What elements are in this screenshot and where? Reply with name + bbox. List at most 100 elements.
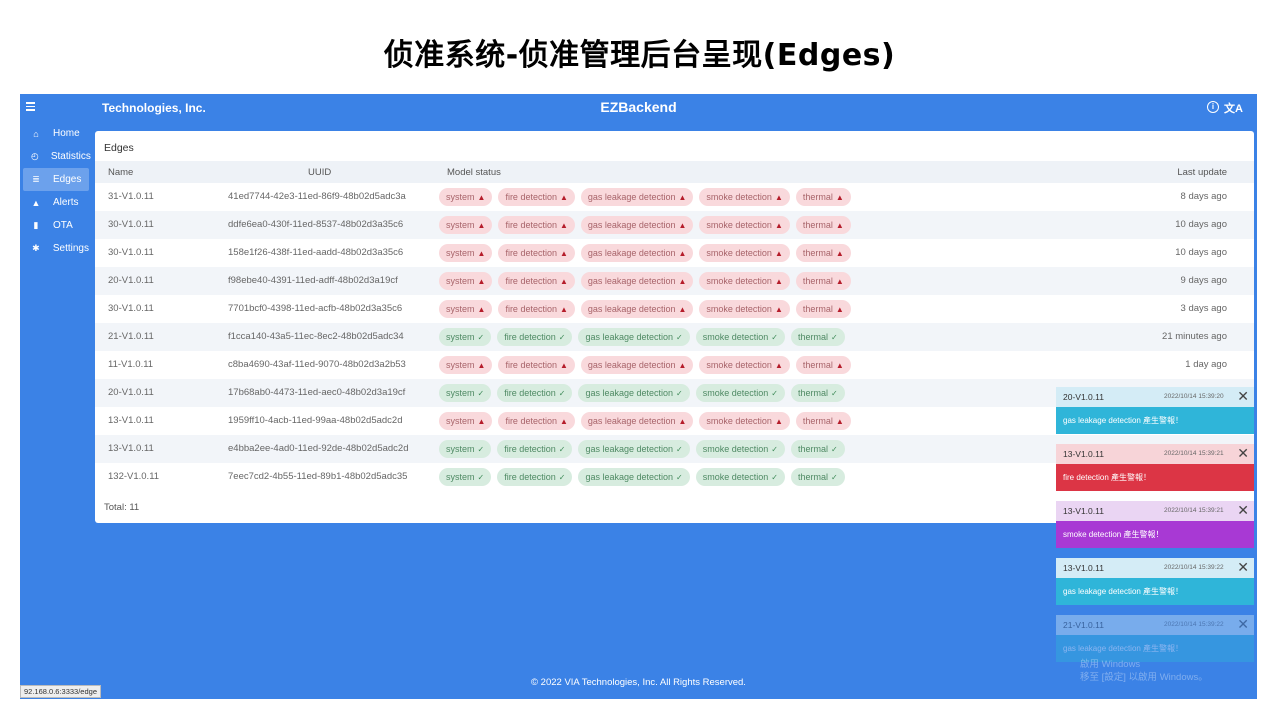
toast-edge-name: 13-V1.0.11 — [1063, 449, 1104, 459]
status-chip: fire detection ▲ — [498, 272, 575, 290]
close-icon[interactable]: ✕ — [1237, 445, 1249, 462]
table-row[interactable]: 31-V1.0.11 41ed7744-42e3-11ed-86f9-48b02d… — [95, 183, 1254, 211]
checkmark-icon: ✓ — [558, 472, 566, 482]
edge-uuid: 7701bcf0-4398-11ed-acfb-48b02d3a35c6 — [228, 303, 403, 314]
toast-header: 13-V1.0.11 2022/10/14 15:39:22 ✕ — [1056, 558, 1254, 578]
sidebar-item-settings[interactable]: ✱ Settings — [23, 237, 89, 260]
table-row[interactable]: 30-V1.0.11 158e1f26-438f-11ed-aadd-48b02d… — [95, 239, 1254, 267]
checkmark-icon: ✓ — [558, 332, 566, 342]
status-chip-label: smoke detection — [706, 360, 772, 370]
gauge-icon: ◴ — [31, 151, 39, 161]
status-chip: fire detection ✓ — [497, 440, 573, 458]
warning-icon: ▲ — [477, 248, 486, 258]
alert-toast[interactable]: 13-V1.0.11 2022/10/14 15:39:22 ✕ gas leakag… — [1056, 558, 1254, 606]
sidebar-item-statistics[interactable]: ◴ Statistics — [23, 145, 91, 168]
model-status-group: system ▲ fire detection ▲ gas leakage detect… — [439, 272, 851, 290]
status-chip: gas leakage detection ▲ — [580, 356, 694, 374]
status-chip-label: gas leakage detection — [585, 332, 674, 342]
panel-title: Edges — [104, 142, 134, 154]
toast-message: gas leakage detection 產生警報！ — [1056, 578, 1254, 605]
status-chip-label: thermal — [802, 248, 833, 258]
alert-toast[interactable]: 21-V1.0.11 2022/10/14 15:39:22 ✕ gas leakag… — [1056, 615, 1254, 663]
status-chip-label: gas leakage detection — [587, 360, 676, 370]
checkmark-icon: ✓ — [831, 388, 838, 398]
close-icon[interactable]: ✕ — [1237, 502, 1249, 519]
status-chip: gas leakage detection ▲ — [580, 188, 694, 206]
checkmark-icon: ✓ — [477, 388, 485, 398]
status-chip-label: system — [446, 472, 475, 482]
edge-name: 30-V1.0.11 — [108, 247, 154, 258]
checkmark-icon: ✓ — [676, 472, 683, 482]
status-chip-label: thermal — [802, 304, 833, 314]
checkmark-icon: ✓ — [831, 444, 838, 454]
checkmark-icon: ✓ — [831, 332, 838, 342]
close-icon[interactable]: ✕ — [1237, 559, 1249, 576]
status-chip-label: smoke detection — [706, 248, 772, 258]
toast-timestamp: 2022/10/14 15:39:22 — [1164, 621, 1224, 628]
status-chip: smoke detection ▲ — [699, 244, 790, 262]
toast-edge-name: 13-V1.0.11 — [1063, 506, 1104, 516]
alert-toast[interactable]: 13-V1.0.11 2022/10/14 15:39:21 ✕ smoke dete… — [1056, 501, 1254, 549]
translate-icon[interactable]: 文A — [1224, 100, 1243, 116]
status-chip: thermal ▲ — [795, 356, 851, 374]
close-icon[interactable]: ✕ — [1237, 616, 1249, 633]
status-chip: system ▲ — [439, 300, 493, 318]
model-status-group: system ▲ fire detection ▲ gas leakage detect… — [439, 244, 851, 262]
hamburger-menu-icon[interactable] — [26, 100, 40, 114]
checkmark-icon: ✓ — [831, 472, 838, 482]
last-update: 8 days ago — [1180, 191, 1227, 202]
status-chip: system ✓ — [439, 468, 492, 486]
status-chip-label: thermal — [802, 360, 833, 370]
alert-toast[interactable]: 20-V1.0.11 2022/10/14 15:39:20 ✕ gas leakag… — [1056, 387, 1254, 435]
status-chip: thermal ✓ — [790, 468, 845, 486]
status-chip: fire detection ✓ — [497, 468, 573, 486]
column-header-last-update[interactable]: Last update — [1177, 167, 1227, 178]
status-chip-label: smoke detection — [706, 220, 772, 230]
edge-uuid: 41ed7744-42e3-11ed-86f9-48b02d5adc3a — [228, 191, 406, 202]
table-row[interactable]: 20-V1.0.11 f98ebe40-4391-11ed-adff-48b02d… — [95, 267, 1254, 295]
model-status-group: system ✓ fire detection ✓ gas leakage detect… — [439, 328, 845, 346]
warning-icon: ▲ — [774, 248, 783, 258]
status-chip-label: gas leakage detection — [587, 276, 676, 286]
table-row[interactable]: 11-V1.0.11 c8ba4690-43af-11ed-9070-48b02d… — [95, 351, 1254, 379]
table-row[interactable]: 30-V1.0.11 ddfe6ea0-430f-11ed-8537-48b02d… — [95, 211, 1254, 239]
status-chip-label: system — [446, 248, 475, 258]
sidebar-item-edges[interactable]: ≣ Edges — [23, 168, 89, 191]
close-icon[interactable]: ✕ — [1237, 388, 1249, 405]
warning-icon: ▲ — [477, 192, 486, 202]
status-chip: fire detection ▲ — [498, 412, 575, 430]
edge-uuid: 7eec7cd2-4b55-11ed-89b1-48b02d5adc35 — [228, 471, 408, 482]
column-header-name[interactable]: Name — [108, 167, 133, 178]
status-chip: system ▲ — [439, 356, 493, 374]
status-chip: fire detection ✓ — [497, 384, 573, 402]
warning-icon: ▲ — [835, 192, 844, 202]
info-icon[interactable]: i — [1207, 101, 1219, 113]
status-chip: smoke detection ✓ — [695, 440, 785, 458]
table-row[interactable]: 21-V1.0.11 f1cca140-43a5-11ec-8ec2-48b02d… — [95, 323, 1254, 351]
warning-icon: ▲ — [835, 220, 844, 230]
status-chip-label: gas leakage detection — [587, 192, 676, 202]
status-chip: fire detection ▲ — [498, 244, 575, 262]
status-chip-label: smoke detection — [702, 332, 769, 342]
column-header-uuid[interactable]: UUID — [308, 167, 331, 178]
sidebar-item-alerts[interactable]: ▲ Alerts — [23, 191, 89, 214]
status-chip-label: fire detection — [504, 472, 556, 482]
status-chip: smoke detection ✓ — [695, 468, 785, 486]
warning-icon: ▲ — [559, 304, 568, 314]
sidebar-item-ota[interactable]: ▮ OTA — [23, 214, 89, 237]
status-chip: smoke detection ▲ — [699, 216, 790, 234]
status-chip: smoke detection ▲ — [699, 412, 790, 430]
warning-icon: ▲ — [678, 304, 687, 314]
edge-name: 21-V1.0.11 — [108, 331, 154, 342]
model-status-group: system ▲ fire detection ▲ gas leakage detect… — [439, 300, 851, 318]
table-row[interactable]: 30-V1.0.11 7701bcf0-4398-11ed-acfb-48b02d… — [95, 295, 1254, 323]
sidebar-item-label: Statistics — [50, 151, 91, 162]
app-title: EZBackend — [600, 99, 677, 115]
sidebar-item-label: OTA — [53, 220, 73, 231]
sidebar-item-home[interactable]: ⌂ Home — [23, 122, 89, 145]
warning-icon: ▲ — [774, 192, 783, 202]
model-status-group: system ▲ fire detection ▲ gas leakage detect… — [439, 216, 851, 234]
alert-toast[interactable]: 13-V1.0.11 2022/10/14 15:39:21 ✕ fire detec… — [1056, 444, 1254, 492]
edge-name: 132-V1.0.11 — [108, 471, 160, 482]
status-chip-label: system — [446, 304, 475, 314]
